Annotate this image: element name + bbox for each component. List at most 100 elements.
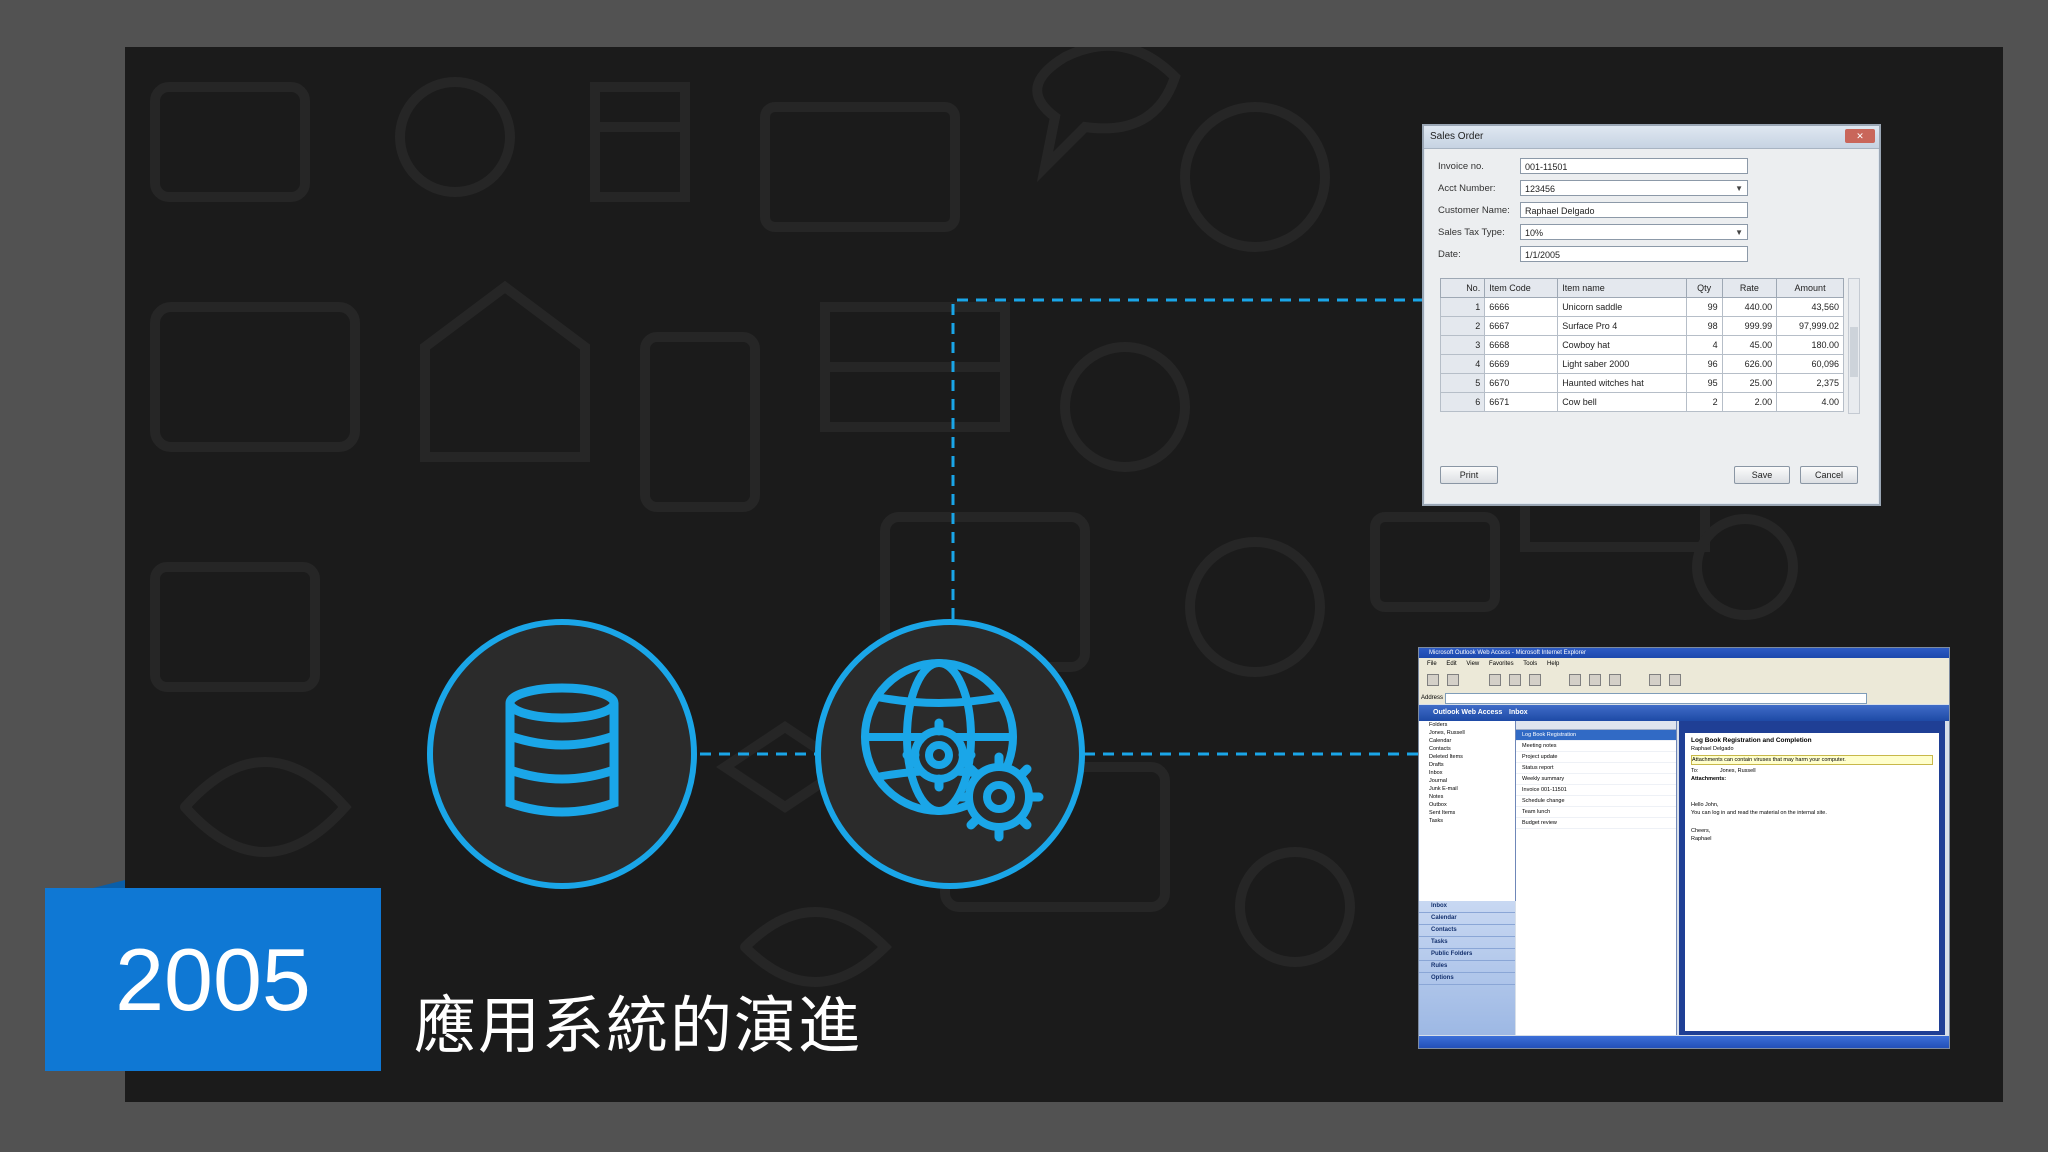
database-icon: [505, 683, 619, 817]
folder-item[interactable]: Inbox: [1419, 769, 1515, 777]
column-header[interactable]: Item name: [1557, 278, 1687, 298]
table-cell: Surface Pro 4: [1557, 316, 1687, 336]
folder-item[interactable]: Jones, Russell: [1419, 729, 1515, 737]
to-value: Jones, Russell: [1719, 768, 1756, 774]
message-greeting: Hello John,: [1691, 802, 1719, 808]
column-header[interactable]: Qty: [1685, 278, 1723, 298]
folder-item[interactable]: Drafts: [1419, 761, 1515, 769]
outlook-titlebar: Microsoft Outlook Web Access - Microsoft…: [1419, 648, 1949, 658]
menu-edit[interactable]: Edit: [1446, 661, 1456, 667]
list-item[interactable]: Team lunch: [1516, 807, 1676, 818]
scrollbar-thumb[interactable]: [1850, 327, 1858, 377]
print-icon[interactable]: [1669, 674, 1681, 686]
close-icon[interactable]: ✕: [1845, 129, 1875, 143]
nav-rules[interactable]: Rules: [1419, 961, 1515, 973]
list-item[interactable]: Budget review: [1516, 818, 1676, 829]
menu-favorites[interactable]: Favorites: [1489, 661, 1514, 667]
account-number-select[interactable]: 123456 ▼: [1520, 180, 1748, 196]
field-label: Date:: [1438, 249, 1461, 260]
order-items-table: No. Item Code Item name Qty Rate Amount …: [1439, 278, 1844, 412]
column-header[interactable]: Amount: [1776, 278, 1844, 298]
table-row[interactable]: 1 6666 Unicorn saddle 99 440.00 43,560: [1439, 297, 1844, 317]
list-item[interactable]: Log Book Registration: [1516, 730, 1676, 741]
outlook-window-title: Microsoft Outlook Web Access - Microsoft…: [1429, 650, 1586, 656]
favorites-icon[interactable]: [1589, 674, 1601, 686]
folder-item[interactable]: Sent Items: [1419, 809, 1515, 817]
stop-icon[interactable]: [1489, 674, 1501, 686]
menu-file[interactable]: File: [1427, 661, 1437, 667]
inbox-heading: Inbox: [1509, 709, 1528, 716]
table-cell: 98: [1685, 316, 1723, 336]
column-header[interactable]: Item Code: [1484, 278, 1559, 298]
table-row[interactable]: 4 6669 Light saber 2000 96 626.00 60,096: [1439, 354, 1844, 374]
table-row[interactable]: 5 6670 Haunted witches hat 95 25.00 2,37…: [1439, 373, 1844, 393]
field-value: 123456: [1525, 184, 1556, 194]
folder-item[interactable]: Junk E-mail: [1419, 785, 1515, 793]
table-row[interactable]: 2 6667 Surface Pro 4 98 999.99 97,999.02: [1439, 316, 1844, 336]
table-cell: Cowboy hat: [1557, 335, 1687, 355]
menu-help[interactable]: Help: [1547, 661, 1559, 667]
message-text: You can log in and read the material on …: [1691, 810, 1827, 816]
table-cell: 6670: [1484, 373, 1559, 393]
column-header[interactable]: No.: [1439, 278, 1486, 298]
folder-item[interactable]: Contacts: [1419, 745, 1515, 753]
message-body: Log Book Registration and Completion Rap…: [1685, 733, 1939, 1031]
home-icon[interactable]: [1529, 674, 1541, 686]
nav-calendar[interactable]: Calendar: [1419, 913, 1515, 925]
address-label: Address: [1421, 695, 1444, 701]
invoice-field[interactable]: 001-11501: [1520, 158, 1748, 174]
table-cell: Haunted witches hat: [1557, 373, 1687, 393]
table-cell: 6669: [1484, 354, 1559, 374]
chevron-down-icon: ▼: [1735, 228, 1743, 237]
message-list: Log Book Registration Meeting notes Proj…: [1516, 721, 1677, 1035]
table-cell: 4: [1685, 335, 1723, 355]
forward-icon[interactable]: [1447, 674, 1459, 686]
folder-item[interactable]: Outbox: [1419, 801, 1515, 809]
sales-tax-select[interactable]: 10% ▼: [1520, 224, 1748, 240]
folder-item[interactable]: Tasks: [1419, 817, 1515, 825]
table-cell: 6668: [1484, 335, 1559, 355]
sales-order-window: Sales Order ✕ Invoice no. 001-11501 Acct…: [1422, 124, 1881, 506]
folder-item[interactable]: Journal: [1419, 777, 1515, 785]
folder-item[interactable]: Calendar: [1419, 737, 1515, 745]
chevron-down-icon: ▼: [1735, 184, 1743, 193]
customer-name-field[interactable]: Raphael Delgado: [1520, 202, 1748, 218]
nav-public-folders[interactable]: Public Folders: [1419, 949, 1515, 961]
table-cell: 45.00: [1721, 335, 1778, 355]
search-icon[interactable]: [1569, 674, 1581, 686]
list-item[interactable]: Schedule change: [1516, 796, 1676, 807]
address-bar: Address: [1419, 692, 1949, 704]
field-label: Sales Tax Type:: [1438, 227, 1505, 238]
folder-item[interactable]: Folders: [1419, 721, 1515, 729]
refresh-icon[interactable]: [1509, 674, 1521, 686]
address-input[interactable]: [1445, 693, 1867, 704]
folder-item[interactable]: Notes: [1419, 793, 1515, 801]
save-button[interactable]: Save: [1734, 466, 1790, 484]
message-closing: Cheers,: [1691, 828, 1711, 834]
mail-icon[interactable]: [1649, 674, 1661, 686]
date-field[interactable]: 1/1/2005: [1520, 246, 1748, 262]
slide-canvas: Sales Order ✕ Invoice no. 001-11501 Acct…: [125, 47, 2003, 1102]
menu-tools[interactable]: Tools: [1523, 661, 1537, 667]
column-header[interactable]: Rate: [1721, 278, 1778, 298]
media-icon[interactable]: [1609, 674, 1621, 686]
nav-options[interactable]: Options: [1419, 973, 1515, 985]
table-row[interactable]: 6 6671 Cow bell 2 2.00 4.00: [1439, 392, 1844, 412]
list-item[interactable]: Invoice 001-11501: [1516, 785, 1676, 796]
print-button[interactable]: Print: [1440, 466, 1498, 484]
nav-contacts[interactable]: Contacts: [1419, 925, 1515, 937]
menu-view[interactable]: View: [1466, 661, 1479, 667]
table-row[interactable]: 3 6668 Cowboy hat 4 45.00 180.00: [1439, 335, 1844, 355]
nav-inbox[interactable]: Inbox: [1419, 901, 1515, 913]
table-cell: 97,999.02: [1776, 316, 1844, 336]
list-item[interactable]: Meeting notes: [1516, 741, 1676, 752]
list-item[interactable]: Weekly summary: [1516, 774, 1676, 785]
folder-item[interactable]: Deleted Items: [1419, 753, 1515, 761]
list-item[interactable]: Status report: [1516, 763, 1676, 774]
back-icon[interactable]: [1427, 674, 1439, 686]
cancel-button[interactable]: Cancel: [1800, 466, 1858, 484]
table-scrollbar[interactable]: [1848, 278, 1860, 414]
attachments-label: Attachments:: [1691, 776, 1727, 782]
nav-tasks[interactable]: Tasks: [1419, 937, 1515, 949]
list-item[interactable]: Project update: [1516, 752, 1676, 763]
